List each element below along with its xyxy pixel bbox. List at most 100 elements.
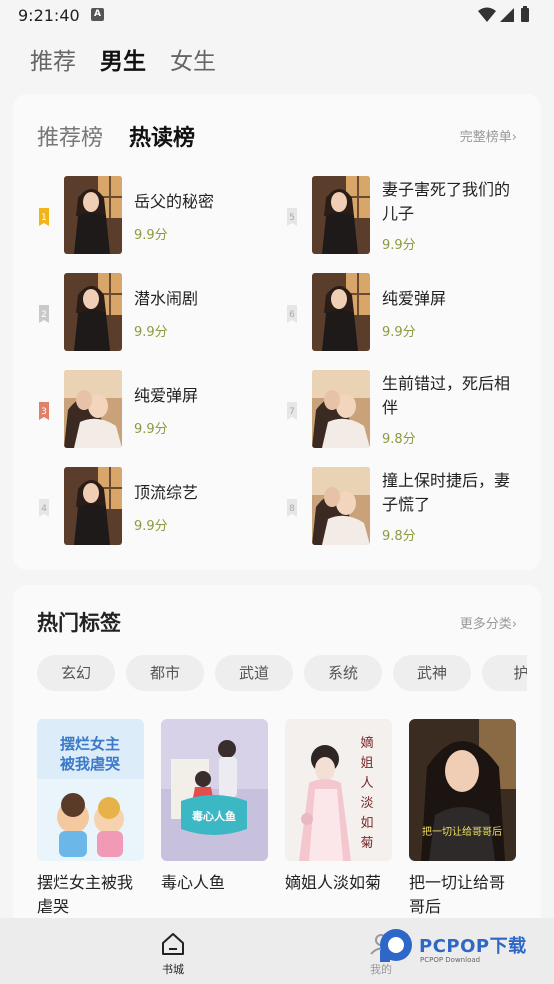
book-cover xyxy=(64,176,122,254)
category-tabs: 推荐 男生 女生 xyxy=(30,42,240,82)
rank-number: 6 xyxy=(289,310,295,320)
rank-badge: 2 xyxy=(37,303,51,323)
tab-female[interactable]: 女生 xyxy=(170,42,216,76)
book-title: 生前错过，死后相伴 xyxy=(382,374,511,417)
watermark: PCPOP下载 PCPOP Download xyxy=(376,926,548,966)
ranking-book-item[interactable]: 7 生前错过，死后相伴 9.8分 xyxy=(285,370,525,450)
tag-chip[interactable]: 武神 xyxy=(393,655,471,691)
cover-text-line2: 被我虐哭 xyxy=(60,755,121,773)
cover-text: 淡 xyxy=(360,796,373,811)
status-icons xyxy=(476,6,540,24)
tab-male[interactable]: 男生 xyxy=(100,42,146,76)
rank-number: 1 xyxy=(41,213,47,223)
hot-book-list: 摆烂女主 被我虐哭 摆烂女主被我虐哭 毒心人鱼 毒心人鱼 嫡 姐 人 淡 如 菊… xyxy=(37,719,533,919)
chevron-right-icon: › xyxy=(511,130,517,145)
hot-tags-card: 热门标签 更多分类› 玄幻 都市 武道 系统 武神 护 摆烂女主 被我虐哭 摆烂… xyxy=(13,585,541,930)
tab-hot-read-rank[interactable]: 热读榜 xyxy=(129,120,195,152)
book-title: 撞上保时捷后，妻子慌了 xyxy=(382,471,511,514)
hot-book-item[interactable]: 把一切让给哥哥后 把一切让给哥哥后 xyxy=(409,719,516,919)
rank-badge: 3 xyxy=(37,400,51,420)
book-title: 潜水闹剧 xyxy=(134,289,199,308)
rank-number: 8 xyxy=(289,504,295,514)
watermark-subtext: PCPOP Download xyxy=(420,956,481,964)
book-cover xyxy=(64,370,122,448)
status-time: 9:21:40 xyxy=(18,6,80,25)
more-categories-link[interactable]: 更多分类› xyxy=(460,613,517,632)
rank-number: 2 xyxy=(41,310,47,320)
ranking-book-item[interactable]: 2 潜水闹剧 9.9分 xyxy=(37,273,277,353)
rank-badge: 4 xyxy=(37,497,51,517)
rank-badge: 1 xyxy=(37,206,51,226)
signal-icon xyxy=(500,8,514,22)
ranking-book-item[interactable]: 6 纯爱弹屏 9.9分 xyxy=(285,273,525,353)
ranking-book-item[interactable]: 1 岳父的秘密 9.9分 xyxy=(37,176,277,256)
ranking-book-item[interactable]: 5 妻子害死了我们的儿子 9.9分 xyxy=(285,176,525,256)
section-title-hot-tags: 热门标签 xyxy=(37,611,121,635)
rank-number: 7 xyxy=(289,407,295,417)
book-title: 摆烂女主被我虐哭 xyxy=(37,873,134,916)
ranking-card: 推荐榜 热读榜 完整榜单› 1 岳父的秘密 9.9分 2 潜水闹剧 9.9分 3 纯爱弹屏 9.… xyxy=(13,94,541,570)
tab-recommend-rank[interactable]: 推荐榜 xyxy=(37,120,103,152)
pcpop-logo-icon xyxy=(380,929,412,962)
book-score: 9.8分 xyxy=(382,432,416,447)
hot-book-item[interactable]: 摆烂女主 被我虐哭 摆烂女主被我虐哭 xyxy=(37,719,144,919)
book-title: 把一切让给哥哥后 xyxy=(409,873,506,916)
book-cover xyxy=(312,176,370,254)
rank-badge: 5 xyxy=(285,206,299,226)
rank-number: 3 xyxy=(41,407,47,417)
book-cover xyxy=(312,370,370,448)
ranking-book-item[interactable]: 4 顶流综艺 9.9分 xyxy=(37,467,277,547)
full-ranking-link[interactable]: 完整榜单› xyxy=(460,126,517,145)
tag-chip[interactable]: 玄幻 xyxy=(37,655,115,691)
book-title: 纯爱弹屏 xyxy=(134,386,199,405)
book-score: 9.9分 xyxy=(382,238,416,253)
home-icon xyxy=(162,933,184,955)
cover-text: 毒心人鱼 xyxy=(192,809,236,823)
tag-chip[interactable]: 武道 xyxy=(215,655,293,691)
book-cover xyxy=(312,273,370,351)
cover-text: 把一切让给哥哥后 xyxy=(422,825,502,838)
book-cover xyxy=(64,467,122,545)
tag-chip[interactable]: 都市 xyxy=(126,655,204,691)
book-score: 9.9分 xyxy=(382,325,416,340)
cover-text: 嫡 xyxy=(360,735,373,751)
full-ranking-label: 完整榜单 xyxy=(459,130,512,145)
more-categories-label: 更多分类 xyxy=(459,617,512,632)
status-bar: 9:21:40 A xyxy=(0,0,554,32)
cover-text: 姐 xyxy=(360,756,373,771)
book-cover: 把一切让给哥哥后 xyxy=(409,719,516,861)
rank-badge: 8 xyxy=(285,497,299,517)
ranking-tabs: 推荐榜 热读榜 xyxy=(37,120,221,152)
book-score: 9.9分 xyxy=(134,325,168,340)
hot-book-item[interactable]: 毒心人鱼 毒心人鱼 xyxy=(161,719,268,919)
tag-chip[interactable]: 护 xyxy=(482,655,527,691)
tab-recommend[interactable]: 推荐 xyxy=(30,42,76,76)
nav-bookstore[interactable]: 书城 xyxy=(143,932,203,977)
book-title: 嫡姐人淡如菊 xyxy=(285,873,382,892)
rank-badge: 6 xyxy=(285,303,299,323)
book-score: 9.8分 xyxy=(382,529,416,544)
watermark-text: PCPOP下载 xyxy=(419,936,527,957)
book-title: 毒心人鱼 xyxy=(161,873,226,892)
rank-badge: 7 xyxy=(285,400,299,420)
cover-text: 菊 xyxy=(360,836,373,851)
rank-number: 4 xyxy=(41,504,47,514)
book-title: 妻子害死了我们的儿子 xyxy=(382,180,511,223)
book-score: 9.9分 xyxy=(134,228,168,243)
ranking-book-item[interactable]: 8 撞上保时捷后，妻子慌了 9.8分 xyxy=(285,467,525,547)
notification-a-icon: A xyxy=(91,8,104,21)
book-score: 9.9分 xyxy=(134,519,168,534)
chevron-right-icon: › xyxy=(511,617,517,632)
nav-bookstore-label: 书城 xyxy=(162,963,184,976)
cover-text-line1: 摆烂女主 xyxy=(60,735,120,753)
book-cover: 嫡 姐 人 淡 如 菊 xyxy=(285,719,392,861)
book-cover: 毒心人鱼 xyxy=(161,719,268,861)
book-score: 9.9分 xyxy=(134,422,168,437)
hot-book-item[interactable]: 嫡 姐 人 淡 如 菊 嫡姐人淡如菊 xyxy=(285,719,392,919)
book-cover xyxy=(312,467,370,545)
battery-icon xyxy=(521,6,529,22)
book-title: 岳父的秘密 xyxy=(134,192,215,211)
cover-text: 如 xyxy=(360,815,373,831)
ranking-book-item[interactable]: 3 纯爱弹屏 9.9分 xyxy=(37,370,277,450)
tag-chip[interactable]: 系统 xyxy=(304,655,382,691)
